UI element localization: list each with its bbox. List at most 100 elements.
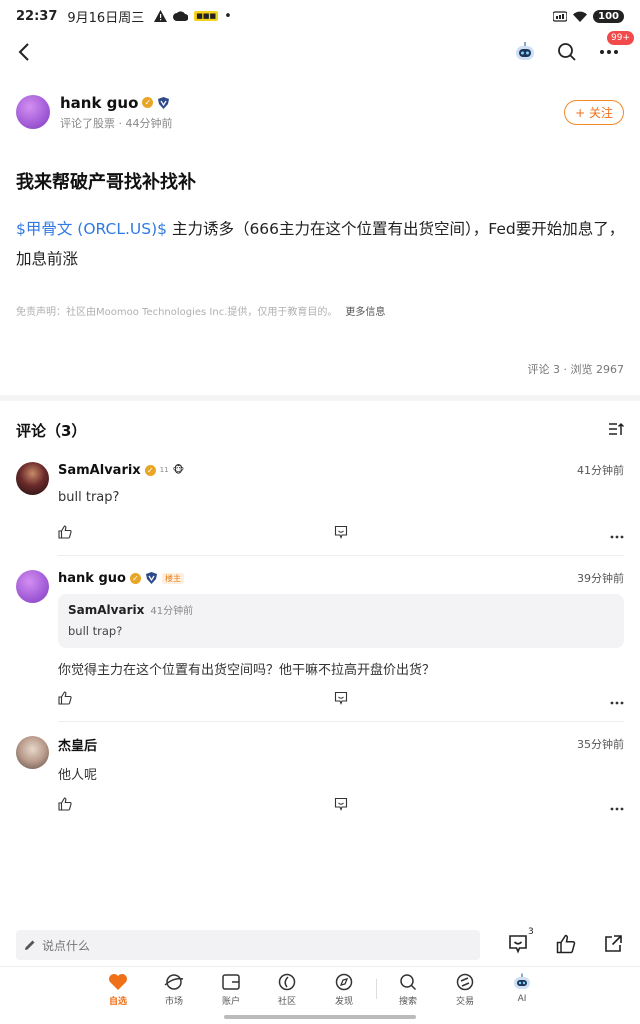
comment-text: 他人呢 — [58, 768, 98, 783]
search-icon — [558, 43, 576, 61]
home-indicator[interactable] — [224, 1015, 416, 1019]
robot-icon — [514, 973, 530, 989]
comment-item: 杰皇后 35分钟前 他人呢 — [16, 736, 624, 783]
comments-button[interactable] — [508, 934, 528, 958]
robot-icon — [516, 42, 534, 60]
back-button[interactable] — [10, 38, 38, 66]
app-badge-icon: ■■■ — [194, 11, 219, 21]
comment-time: 35分钟前 — [577, 738, 624, 751]
tab-label: 账户 — [221, 997, 240, 1007]
comment-text: bull trap? — [58, 490, 120, 505]
comment-count: 3 — [528, 927, 534, 937]
tab-label: 搜索 — [398, 997, 417, 1007]
disclaimer-text: 免责声明：社区由Moomoo Technologies Inc.提供，仅用于教育… — [16, 307, 338, 318]
comment-icon — [509, 935, 527, 954]
more-horizontal-icon — [610, 807, 624, 811]
commenter-avatar[interactable] — [16, 462, 49, 495]
reply-button[interactable] — [334, 690, 348, 709]
like-button[interactable] — [58, 524, 72, 543]
reply-button[interactable] — [334, 796, 348, 815]
tab-label: AI — [517, 994, 527, 1004]
more-info-link[interactable]: 更多信息 — [345, 307, 385, 318]
commenter-name[interactable]: 杰皇后 — [58, 735, 97, 754]
quoted-text: bull trap? — [68, 624, 123, 638]
sort-icon — [609, 422, 625, 435]
reply-button[interactable] — [334, 524, 348, 543]
tab-search[interactable]: 搜索 — [388, 973, 428, 1007]
share-button[interactable] — [604, 934, 623, 957]
comment-time: 39分钟前 — [577, 572, 624, 585]
author-avatar[interactable] — [16, 95, 50, 129]
more-horizontal-icon — [610, 701, 624, 705]
ai-assistant-button[interactable] — [512, 39, 538, 65]
comment-icon — [334, 797, 348, 811]
comment-icon — [334, 525, 348, 539]
status-time: 22:37 — [16, 8, 58, 24]
section-divider — [0, 395, 640, 401]
comment-time: 41分钟前 — [577, 464, 624, 477]
tab-discover[interactable]: 发现 — [324, 973, 364, 1007]
comments-heading: 评论（3） — [16, 422, 87, 440]
post-title: 我来帮破产哥找补找补 — [16, 172, 196, 193]
chevron-left-icon — [18, 43, 29, 61]
tab-trade[interactable]: 交易 — [445, 973, 485, 1007]
stock-link[interactable]: $甲骨文 (ORCL.US)$ — [16, 220, 167, 238]
tab-watchlist[interactable]: 自选 — [98, 973, 138, 1007]
more-horizontal-icon — [600, 50, 618, 54]
status-date: 9月16日周三 — [67, 10, 145, 26]
like-post-button[interactable] — [556, 934, 576, 958]
post-stats: 评论 3 · 浏览 2967 — [527, 363, 624, 376]
comment-text: 你觉得主力在这个位置有出货空间吗？他干嘛不拉高开盘价出货？ — [58, 663, 436, 678]
pencil-icon — [25, 940, 35, 950]
comments-header: 评论（3） — [16, 420, 625, 441]
verified-badge-icon: ✓ — [142, 97, 154, 108]
comment-more-button[interactable] — [610, 524, 624, 543]
thumbs-up-icon — [556, 934, 576, 954]
commenter-avatar[interactable] — [16, 736, 49, 769]
planet-icon — [164, 974, 184, 990]
disclaimer: 免责声明：社区由Moomoo Technologies Inc.提供，仅用于教育… — [16, 303, 385, 318]
dot-icon: • — [224, 8, 232, 24]
tab-market[interactable]: 市场 — [154, 973, 194, 1007]
comment-input[interactable]: 说点什么 — [16, 930, 480, 960]
author-name[interactable]: hank guo — [60, 94, 138, 112]
tab-divider — [376, 979, 377, 999]
like-button[interactable] — [58, 796, 72, 815]
heart-icon — [109, 974, 127, 990]
tab-label: 自选 — [108, 997, 127, 1007]
comment-actions — [58, 690, 624, 706]
shield-icon — [158, 96, 170, 109]
comment-actions — [58, 524, 624, 540]
commenter-avatar[interactable] — [16, 570, 49, 603]
compass-icon — [335, 973, 353, 991]
status-bar: 22:37 9月16日周三 ■■■ • 100 — [0, 0, 640, 32]
sort-button[interactable] — [608, 421, 625, 440]
tab-ai[interactable]: AI — [502, 973, 542, 1004]
wifi-icon — [573, 11, 588, 22]
author-meta: 评论了股票 · 44分钟前 — [60, 116, 173, 130]
tab-community[interactable]: 社区 — [267, 973, 307, 1007]
tab-label: 交易 — [455, 997, 474, 1007]
tab-account[interactable]: 账户 — [211, 973, 251, 1007]
comment-divider — [58, 555, 624, 556]
more-horizontal-icon — [610, 535, 624, 539]
comment-actions — [58, 796, 624, 812]
quoted-time: 41分钟前 — [150, 606, 194, 617]
quoted-comment[interactable]: SamAlvarix 41分钟前 bull trap? — [58, 594, 624, 648]
signal-icon — [553, 11, 568, 22]
more-menu-button[interactable]: 99+ — [596, 31, 634, 65]
like-button[interactable] — [58, 690, 72, 709]
commenter-name[interactable]: SamAlvarix — [58, 463, 141, 478]
verified-badge-icon: ✓ — [129, 572, 141, 584]
bottom-tab-bar: 自选 市场 账户 社区 发现 搜索 交易 AI — [0, 966, 640, 1012]
commenter-name[interactable]: hank guo — [58, 571, 126, 586]
wallet-icon — [222, 974, 240, 990]
search-button[interactable] — [554, 39, 580, 65]
comment-divider — [58, 721, 624, 722]
follow-button[interactable]: + 关注 — [564, 99, 624, 125]
top-nav: 99+ — [0, 31, 640, 72]
comment-more-button[interactable] — [610, 690, 624, 709]
post-body: $甲骨文 (ORCL.US)$ 主力诱多（666主力在这个位置有出货空间），Fe… — [16, 214, 628, 274]
comment-more-button[interactable] — [610, 796, 624, 815]
share-icon — [605, 935, 622, 952]
